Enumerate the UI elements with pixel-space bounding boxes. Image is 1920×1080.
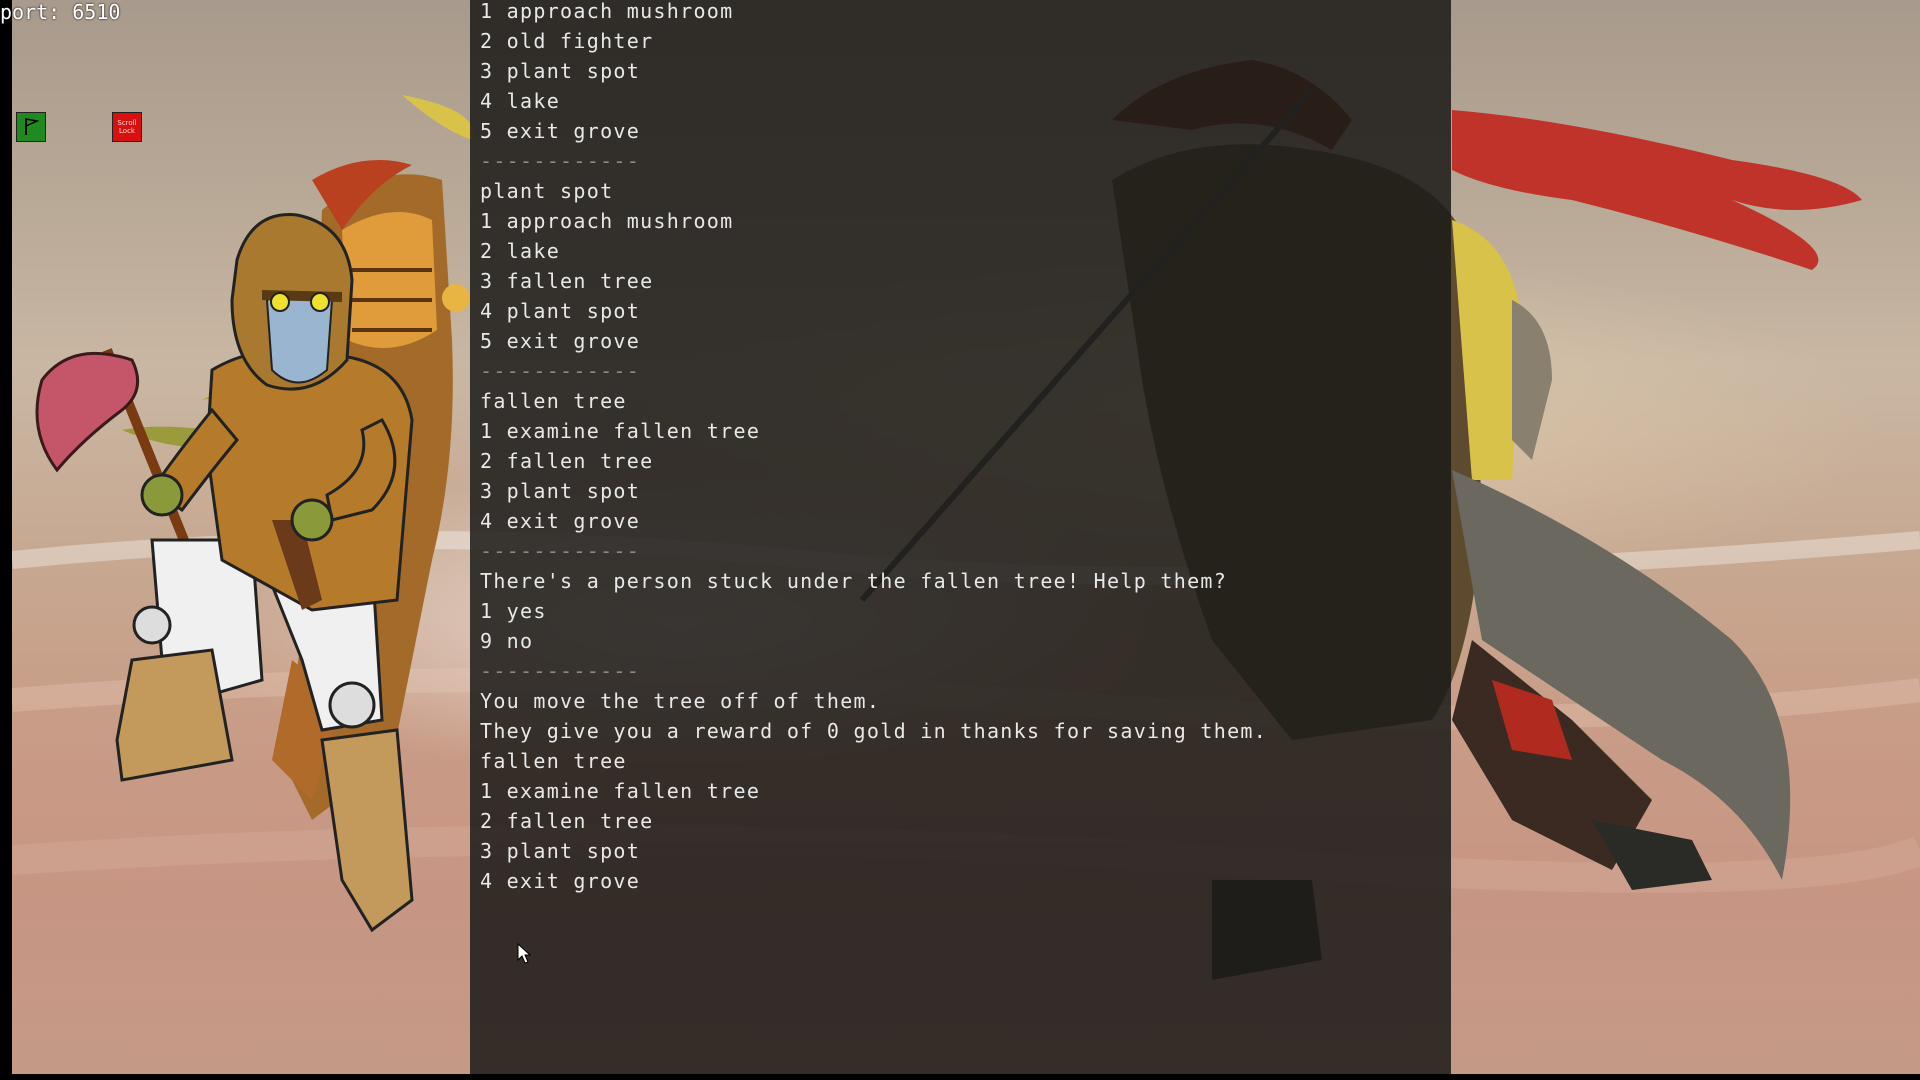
- console-line: 4 lake: [480, 89, 561, 113]
- console-line: plant spot: [480, 179, 614, 203]
- console-log: 1 approach mushroom 2 old fighter 3 plant …: [480, 0, 1267, 900]
- console-line: 1 examine fallen tree: [480, 419, 761, 443]
- port-readout: port: 6510: [0, 0, 121, 24]
- console-line: 1 approach mushroom: [480, 209, 734, 233]
- game-window: port: 6510 Scroll Lock 1 approach mushro…: [0, 0, 1920, 1080]
- text-console-panel: 1 approach mushroom 2 old fighter 3 plant …: [470, 0, 1451, 1074]
- console-line: fallen tree: [480, 389, 627, 413]
- mouse-pointer-icon: [517, 943, 531, 964]
- console-line: 3 plant spot: [480, 479, 641, 503]
- console-line: There's a person stuck under the fallen …: [480, 569, 1228, 593]
- console-separator: ------------: [480, 149, 641, 173]
- console-line: 5 exit grove: [480, 329, 641, 353]
- flag-indicator-icon[interactable]: [16, 112, 46, 142]
- console-line: 1 approach mushroom: [480, 0, 734, 23]
- console-line: They give you a reward of 0 gold in than…: [480, 719, 1268, 743]
- flag-icon: [25, 118, 40, 135]
- console-line: 4 plant spot: [480, 299, 641, 323]
- console-line: 4 exit grove: [480, 869, 641, 893]
- console-line: 2 fallen tree: [480, 449, 654, 473]
- console-line: fallen tree: [480, 749, 627, 773]
- console-separator: ------------: [480, 539, 641, 563]
- console-line: 1 examine fallen tree: [480, 779, 761, 803]
- console-line: 2 fallen tree: [480, 809, 654, 833]
- console-line: 1 yes: [480, 599, 547, 623]
- console-line: 5 exit grove: [480, 119, 641, 143]
- console-line: 3 plant spot: [480, 59, 641, 83]
- console-line: 3 plant spot: [480, 839, 641, 863]
- console-line: 2 lake: [480, 239, 561, 263]
- console-line: 4 exit grove: [480, 509, 641, 533]
- console-separator: ------------: [480, 359, 641, 383]
- console-separator: ------------: [480, 659, 641, 683]
- console-line: 9 no: [480, 629, 534, 653]
- bottom-border: [0, 1074, 1920, 1080]
- console-line: You move the tree off of them.: [480, 689, 881, 713]
- scroll-lock-indicator[interactable]: Scroll Lock: [112, 112, 142, 142]
- console-line: 3 fallen tree: [480, 269, 654, 293]
- console-line: 2 old fighter: [480, 29, 654, 53]
